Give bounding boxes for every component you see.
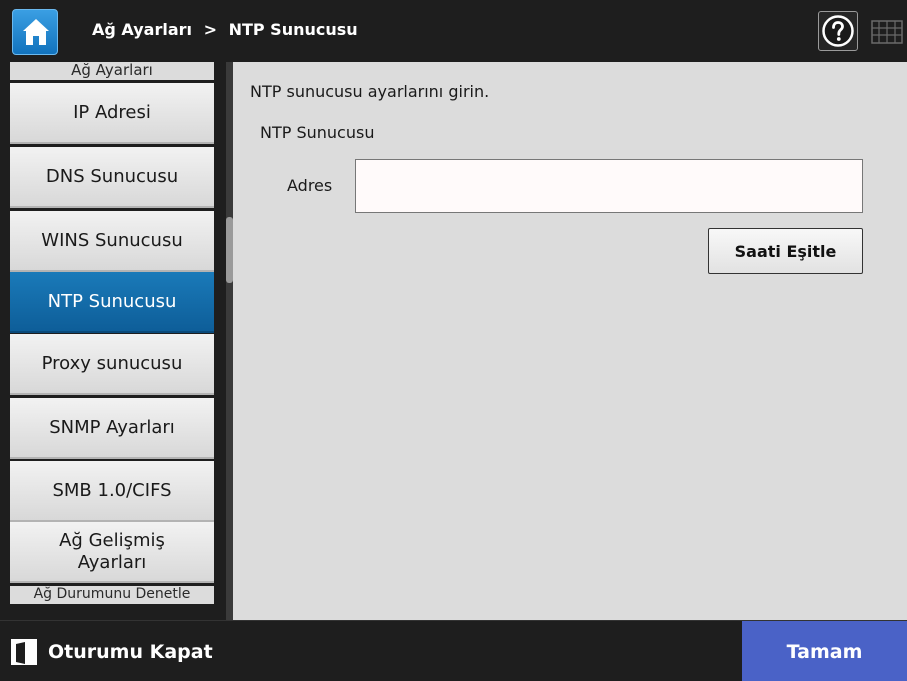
address-label: Adres	[287, 176, 333, 195]
sidebar-item-label: NTP Sunucusu	[47, 290, 177, 312]
sidebar-item-label: IP Adresi	[73, 101, 151, 123]
home-button[interactable]	[12, 9, 58, 55]
section-label-ntp-server: NTP Sunucusu	[260, 123, 375, 142]
sidebar-header-check-network-status: Ağ Durumunu Denetle	[10, 586, 214, 604]
sync-time-button[interactable]: Saati Eşitle	[708, 228, 863, 274]
sidebar-item-label: SMB 1.0/CIFS	[52, 479, 172, 501]
sidebar-item-smb-cifs[interactable]: SMB 1.0/CIFS	[10, 461, 214, 522]
sidebar: Ağ Ayarları IP Adresi DNS Sunucusu WINS …	[0, 62, 233, 620]
instruction-text: NTP sunucusu ayarlarını girin.	[250, 82, 490, 101]
sidebar-item-ntp-server[interactable]: NTP Sunucusu	[10, 272, 214, 333]
sidebar-item-snmp-settings[interactable]: SNMP Ayarları	[10, 398, 214, 459]
address-input[interactable]	[355, 159, 863, 213]
sidebar-header-network-settings: Ağ Ayarları	[10, 62, 214, 80]
help-icon	[822, 15, 854, 47]
sidebar-item-proxy-server[interactable]: Proxy sunucusu	[10, 334, 214, 395]
sidebar-item-label: Ağ Gelişmiş Ayarları	[59, 529, 165, 573]
sidebar-scrollbar-thumb[interactable]	[226, 217, 233, 283]
sidebar-scrollbar-track[interactable]	[226, 62, 233, 620]
breadcrumb: Ağ Ayarları > NTP Sunucusu	[92, 20, 358, 39]
sidebar-item-label: DNS Sunucusu	[45, 165, 179, 187]
sidebar-item-dns-server[interactable]: DNS Sunucusu	[10, 147, 214, 208]
main-panel: NTP sunucusu ayarlarını girin. NTP Sunuc…	[233, 62, 907, 620]
breadcrumb-current: NTP Sunucusu	[228, 20, 358, 39]
sidebar-item-wins-server[interactable]: WINS Sunucusu	[10, 211, 214, 272]
breadcrumb-separator: >	[203, 20, 217, 39]
logout-button[interactable]: Oturumu Kapat	[10, 631, 230, 673]
sidebar-item-label: SNMP Ayarları	[49, 416, 175, 438]
sidebar-item-label: Proxy sunucusu	[41, 352, 183, 374]
sidebar-item-advanced-network-settings[interactable]: Ağ Gelişmiş Ayarları	[10, 522, 214, 583]
sidebar-item-ip-address[interactable]: IP Adresi	[10, 83, 214, 144]
top-bar: Ağ Ayarları > NTP Sunucusu	[0, 0, 907, 62]
sidebar-item-label: WINS Sunucusu	[41, 229, 183, 251]
logout-label: Oturumu Kapat	[48, 641, 213, 663]
help-button[interactable]	[818, 11, 858, 51]
home-icon	[23, 19, 49, 45]
ok-button[interactable]: Tamam	[742, 621, 907, 681]
keyboard-button[interactable]	[866, 11, 906, 51]
ok-label: Tamam	[786, 640, 863, 663]
breadcrumb-parent: Ağ Ayarları	[92, 20, 192, 39]
logout-icon	[11, 639, 37, 665]
bottom-bar: Oturumu Kapat Tamam	[0, 620, 907, 681]
keyboard-icon	[871, 20, 903, 44]
